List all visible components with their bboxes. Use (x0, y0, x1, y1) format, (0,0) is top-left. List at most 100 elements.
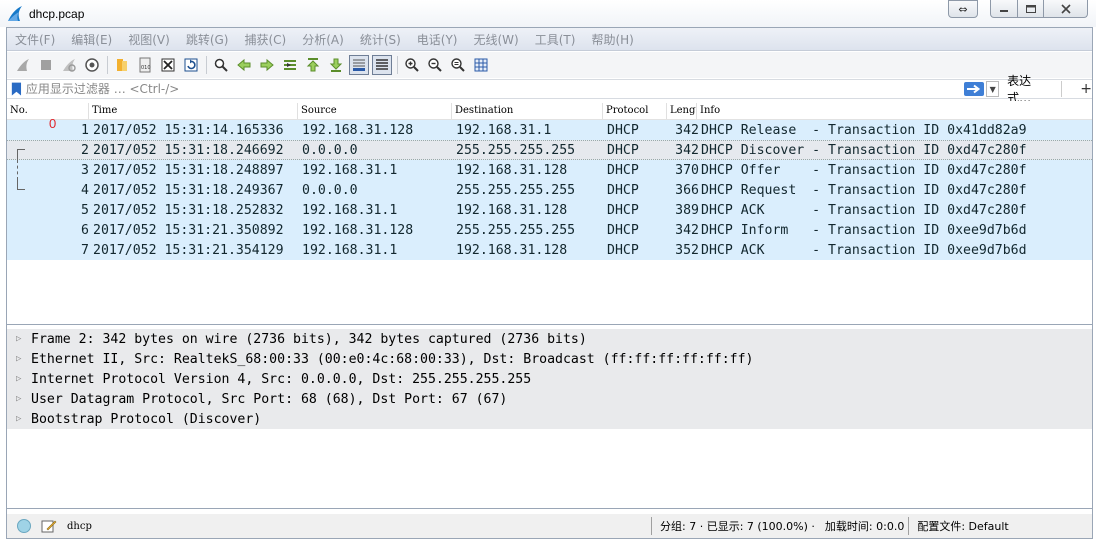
packet-row-1[interactable]: 0 1 2017/052 15:31:14.165336 192.168.31.… (7, 116, 1092, 140)
menu-file[interactable]: 文件(F) (7, 31, 63, 48)
detail-text: Ethernet II, Src: RealtekS_68:00:33 (00:… (31, 351, 754, 367)
zoom-in-button[interactable] (402, 55, 422, 75)
detail-row-ip[interactable]: ▷ Internet Protocol Version 4, Src: 0.0.… (7, 369, 1092, 389)
column-header-time[interactable]: Time (89, 103, 298, 119)
cell-destination: 192.168.31.128 (456, 202, 568, 218)
switch-window-button[interactable]: ⇔ (948, 0, 978, 18)
display-filter-input[interactable]: 应用显示过滤器 … <Ctrl-/> (26, 81, 956, 97)
menu-analyze[interactable]: 分析(A) (294, 31, 352, 48)
column-header-length[interactable]: Length (667, 103, 697, 119)
filter-bookmark-icon[interactable] (10, 81, 23, 97)
expand-triangle-icon[interactable]: ▷ (16, 334, 25, 344)
conversation-end-marker (17, 180, 25, 190)
expand-triangle-icon[interactable]: ▷ (16, 414, 25, 424)
reload-file-button[interactable] (181, 55, 201, 75)
expert-info-led-icon[interactable] (17, 519, 31, 533)
resize-columns-button[interactable] (471, 55, 491, 75)
status-file-label: dhcp (67, 520, 92, 532)
menu-telephony[interactable]: 电话(Y) (409, 31, 466, 48)
menu-edit[interactable]: 编辑(E) (63, 31, 120, 48)
save-file-icon: 010 (139, 57, 151, 73)
cell-destination: 255.255.255.255 (456, 222, 576, 238)
menu-capture[interactable]: 捕获(C) (236, 31, 294, 48)
go-to-packet-button[interactable] (280, 55, 300, 75)
zoom-out-button[interactable] (425, 55, 445, 75)
cell-destination: 255.255.255.255 (456, 142, 576, 158)
close-file-button[interactable] (158, 55, 178, 75)
autoscroll-button[interactable] (349, 55, 369, 75)
cell-time: 2017/052 15:31:18.248897 (93, 162, 284, 178)
go-back-button[interactable] (234, 55, 254, 75)
expand-triangle-icon[interactable]: ▷ (16, 394, 25, 404)
cell-info: DHCP Release - Transaction ID 0x41dd82a9 (701, 122, 1027, 138)
column-header-no[interactable]: No. (7, 103, 89, 119)
detail-row-frame[interactable]: ▷ Frame 2: 342 bytes on wire (2736 bits)… (7, 329, 1092, 349)
zoom-normal-button[interactable] (448, 55, 468, 75)
packet-row-7[interactable]: 7 2017/052 15:31:21.354129 192.168.31.1 … (7, 240, 1092, 260)
toolbar-separator (397, 56, 398, 74)
go-forward-button[interactable] (257, 55, 277, 75)
colorize-button[interactable] (372, 55, 392, 75)
packet-row-4[interactable]: 4 2017/052 15:31:18.249367 0.0.0.0 255.2… (7, 180, 1092, 200)
cell-info: DHCP ACK - Transaction ID 0xd47c280f (701, 202, 1027, 218)
find-icon (214, 58, 228, 72)
start-capture-button[interactable] (13, 55, 33, 75)
menu-bar: 文件(F) 编辑(E) 视图(V) 跳转(G) 捕获(C) 分析(A) 统计(S… (7, 28, 1092, 51)
first-packet-button[interactable] (303, 55, 323, 75)
cell-protocol: DHCP (607, 202, 639, 218)
column-header-protocol[interactable]: Protocol (603, 103, 667, 119)
open-file-button[interactable] (112, 55, 132, 75)
packet-row-5[interactable]: 5 2017/052 15:31:18.252832 192.168.31.1 … (7, 200, 1092, 220)
close-button[interactable] (1044, 0, 1088, 18)
menu-go[interactable]: 跳转(G) (178, 31, 237, 48)
display-filter-bar: 应用显示过滤器 … <Ctrl-/> ▼ 表达式… + (7, 74, 1092, 105)
filter-history-dropdown[interactable]: ▼ (986, 81, 1000, 97)
status-profile[interactable]: 配置文件: Default (917, 518, 1008, 534)
apply-filter-button[interactable] (963, 82, 985, 96)
menu-help[interactable]: 帮助(H) (583, 31, 641, 48)
packet-list-header: No. Time Source Destination Protocol Len… (7, 101, 1092, 120)
menu-view[interactable]: 视图(V) (120, 31, 178, 48)
packet-row-3[interactable]: 3 2017/052 15:31:18.248897 192.168.31.1 … (7, 160, 1092, 180)
restart-capture-button[interactable] (59, 55, 79, 75)
menu-statistics[interactable]: 统计(S) (352, 31, 409, 48)
detail-row-udp[interactable]: ▷ User Datagram Protocol, Src Port: 68 (… (7, 389, 1092, 409)
detail-row-ethernet[interactable]: ▷ Ethernet II, Src: RealtekS_68:00:33 (0… (7, 349, 1092, 369)
detail-text: User Datagram Protocol, Src Port: 68 (68… (31, 391, 508, 407)
cell-protocol: DHCP (607, 222, 639, 238)
add-filter-button[interactable]: + (1080, 81, 1092, 97)
maximize-button[interactable] (1018, 0, 1044, 18)
column-header-destination[interactable]: Destination (452, 103, 603, 119)
conversation-line-marker (17, 160, 18, 180)
column-header-info[interactable]: Info (697, 103, 897, 119)
find-packet-button[interactable] (211, 55, 231, 75)
options-gear-icon (85, 58, 99, 72)
capture-options-button[interactable] (82, 55, 102, 75)
save-file-button[interactable]: 010 (135, 55, 155, 75)
cell-info: DHCP ACK - Transaction ID 0xee9d7b6d (701, 242, 1027, 258)
cell-info: DHCP Offer - Transaction ID 0xd47c280f (701, 162, 1027, 178)
packet-row-6[interactable]: 6 2017/052 15:31:21.350892 192.168.31.12… (7, 220, 1092, 240)
stop-icon (41, 60, 51, 70)
cell-protocol: DHCP (607, 182, 639, 198)
expand-triangle-icon[interactable]: ▷ (16, 374, 25, 384)
menu-wireless[interactable]: 无线(W) (466, 31, 527, 48)
column-header-source[interactable]: Source (298, 103, 452, 119)
cell-length: 342 (675, 222, 699, 238)
menu-tools[interactable]: 工具(T) (527, 31, 584, 48)
cell-source: 192.168.31.128 (302, 122, 414, 138)
right-arrow-icon (967, 84, 981, 94)
cell-protocol: DHCP (607, 242, 639, 258)
expand-triangle-icon[interactable]: ▷ (16, 354, 25, 364)
cell-time: 2017/052 15:31:18.252832 (93, 202, 284, 218)
forward-arrow-icon (260, 58, 274, 72)
status-bar: dhcp 分组: 7 · 已显示: 7 (100.0%) · 加载时间: 0:0… (7, 514, 1092, 538)
minimize-button[interactable] (990, 0, 1018, 18)
cell-protocol: DHCP (607, 162, 639, 178)
last-packet-button[interactable] (326, 55, 346, 75)
stop-capture-button[interactable] (36, 55, 56, 75)
detail-row-bootp[interactable]: ▷ Bootstrap Protocol (Discover) (7, 409, 1092, 429)
packet-row-2[interactable]: 2 2017/052 15:31:18.246692 0.0.0.0 255.2… (7, 140, 1092, 161)
capture-comment-icon[interactable] (41, 518, 57, 534)
cell-length: 389 (675, 202, 699, 218)
